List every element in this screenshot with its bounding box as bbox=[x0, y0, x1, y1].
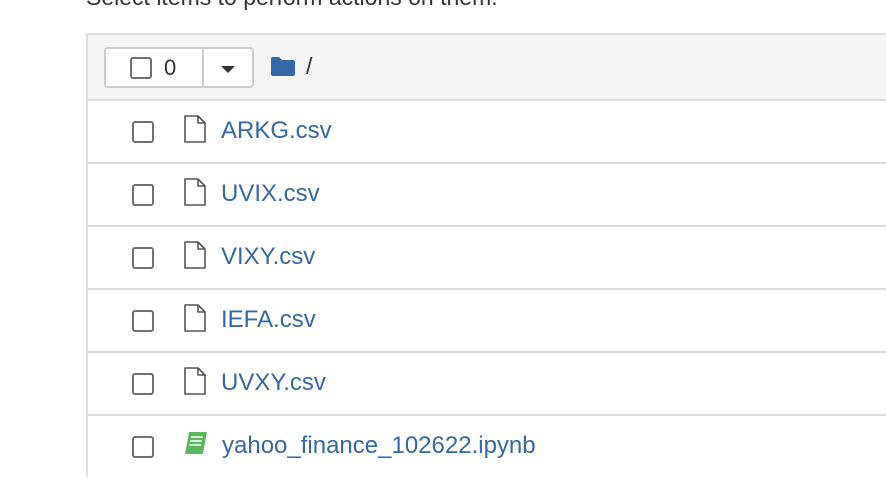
folder-icon[interactable] bbox=[270, 55, 296, 77]
list-item[interactable]: yahoo_finance_102622.ipynb bbox=[88, 416, 886, 477]
file-list: 0 / ARKG.csv UVIX.csv VIXY.csv IEFA.csv … bbox=[86, 33, 886, 477]
file-link[interactable]: UVXY.csv bbox=[221, 369, 326, 397]
item-checkbox[interactable] bbox=[132, 184, 154, 206]
file-link[interactable]: IEFA.csv bbox=[221, 306, 316, 334]
list-header: 0 / bbox=[88, 35, 886, 101]
item-checkbox[interactable] bbox=[132, 310, 154, 332]
file-icon bbox=[184, 241, 206, 269]
list-item[interactable]: IEFA.csv bbox=[88, 290, 886, 353]
file-link[interactable]: VIXY.csv bbox=[221, 243, 315, 271]
item-checkbox[interactable] bbox=[132, 121, 154, 143]
select-all-checkbox[interactable] bbox=[130, 56, 152, 79]
file-icon bbox=[184, 304, 206, 332]
list-item[interactable]: UVXY.csv bbox=[88, 353, 886, 416]
select-menu-dropdown-button[interactable] bbox=[204, 49, 252, 86]
select-group: 0 bbox=[104, 47, 254, 88]
notebook-link[interactable]: yahoo_finance_102622.ipynb bbox=[222, 432, 536, 460]
page: Select items to perform actions on them.… bbox=[0, 0, 886, 478]
item-checkbox[interactable] bbox=[132, 373, 154, 395]
list-item[interactable]: ARKG.csv bbox=[88, 101, 886, 164]
file-link[interactable]: ARKG.csv bbox=[221, 117, 332, 145]
breadcrumb-root[interactable]: / bbox=[306, 53, 312, 80]
file-link[interactable]: UVIX.csv bbox=[221, 180, 320, 208]
selected-count: 0 bbox=[164, 54, 177, 80]
breadcrumb: / bbox=[270, 52, 312, 80]
caret-down-icon bbox=[221, 66, 235, 73]
item-checkbox[interactable] bbox=[132, 436, 154, 458]
list-item[interactable]: UVIX.csv bbox=[88, 164, 886, 227]
instructions-text: Select items to perform actions on them. bbox=[86, 0, 498, 9]
select-all-button[interactable]: 0 bbox=[106, 49, 204, 86]
file-icon bbox=[184, 178, 206, 206]
file-icon bbox=[184, 367, 206, 395]
file-icon bbox=[184, 115, 206, 143]
item-checkbox[interactable] bbox=[132, 247, 154, 269]
notebook-icon bbox=[185, 432, 207, 454]
list-item[interactable]: VIXY.csv bbox=[88, 227, 886, 290]
